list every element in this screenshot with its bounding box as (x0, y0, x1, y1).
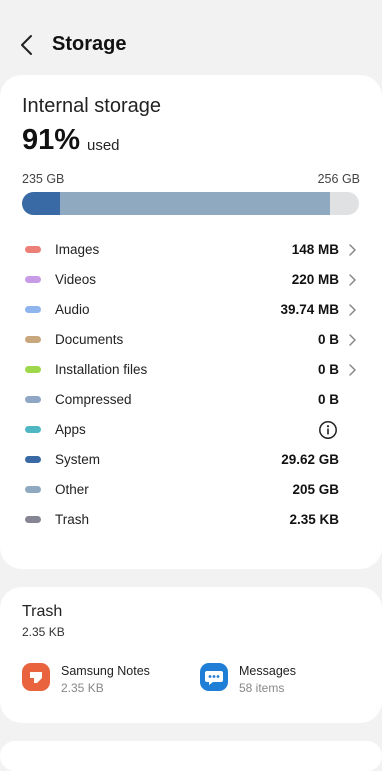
category-label: Installation files (55, 362, 148, 377)
category-label: Images (55, 242, 100, 257)
category-size: 220 MB (291, 272, 339, 287)
category-size: 148 MB (291, 242, 339, 257)
category-color-dot (25, 366, 41, 373)
category-size: 29.62 GB (281, 452, 339, 467)
storage-bar-segment-system (22, 192, 60, 215)
chevron-right-icon (348, 363, 358, 377)
total-capacity: 256 GB (317, 172, 360, 186)
category-color-dot (25, 426, 41, 433)
category-row-videos[interactable]: Videos 220 MB (0, 265, 382, 295)
category-size: 205 GB (292, 482, 339, 497)
usage-percent: 91% (22, 124, 81, 156)
category-size: 0 B (317, 332, 339, 347)
category-color-dot (25, 486, 41, 493)
app-bar: Storage (0, 0, 382, 75)
category-row-documents[interactable]: Documents 0 B (0, 325, 382, 355)
category-label: Documents (55, 332, 124, 347)
trash-size: 2.35 KB (22, 625, 65, 639)
chevron-right-icon (348, 333, 358, 347)
trash-app-samsung-notes[interactable]: Samsung Notes 2.35 KB (22, 660, 192, 700)
category-color-dot (25, 516, 41, 523)
category-label: Audio (55, 302, 90, 317)
category-row-apps[interactable]: Apps (0, 415, 382, 445)
samsung-notes-icon (22, 663, 50, 691)
category-color-dot (25, 396, 41, 403)
category-color-dot (25, 456, 41, 463)
category-label: Trash (55, 512, 90, 527)
category-color-dot (25, 306, 41, 313)
chevron-right-icon (348, 243, 358, 257)
info-icon[interactable] (318, 420, 338, 440)
back-arrow-icon (21, 35, 32, 55)
category-label: Videos (55, 272, 97, 287)
category-size: 0 B (317, 362, 339, 377)
category-size: 39.74 MB (280, 302, 339, 317)
messages-icon (200, 663, 228, 691)
internal-storage-title: Internal storage (22, 95, 161, 117)
next-card (0, 741, 382, 771)
category-row-audio[interactable]: Audio 39.74 MB (0, 295, 382, 325)
category-row-installation-files[interactable]: Installation files 0 B (0, 355, 382, 385)
used-capacity: 235 GB (22, 172, 65, 186)
category-label: Other (55, 482, 89, 497)
app-name: Samsung Notes (61, 664, 150, 678)
trash-app-messages[interactable]: Messages 58 items (200, 660, 370, 700)
category-row-compressed: Compressed 0 B (0, 385, 382, 415)
category-size: 2.35 KB (289, 512, 339, 527)
category-size: 0 B (317, 392, 339, 407)
app-detail: 58 items (239, 681, 285, 695)
category-color-dot (25, 246, 41, 253)
page-title: Storage (52, 33, 127, 55)
category-label: Compressed (55, 392, 132, 407)
category-row-system: System 29.62 GB (0, 445, 382, 475)
trash-title: Trash (22, 603, 63, 620)
storage-usage-bar (22, 192, 359, 215)
category-row-trash: Trash 2.35 KB (0, 505, 382, 535)
app-detail: 2.35 KB (61, 681, 104, 695)
back-button[interactable] (16, 32, 40, 58)
storage-bar-segment-other (60, 192, 330, 215)
category-row-other: Other 205 GB (0, 475, 382, 505)
category-label: System (55, 452, 101, 467)
category-color-dot (25, 276, 41, 283)
category-row-images[interactable]: Images 148 MB (0, 235, 382, 265)
chevron-right-icon (348, 273, 358, 287)
category-color-dot (25, 336, 41, 343)
internal-storage-card: Internal storage 91% used 235 GB 256 GB … (0, 75, 382, 569)
trash-card[interactable]: Trash 2.35 KB Samsung Notes 2.35 KB Mess… (0, 587, 382, 723)
chevron-right-icon (348, 303, 358, 317)
app-name: Messages (239, 664, 296, 678)
category-label: Apps (55, 422, 86, 437)
usage-used-label: used (87, 137, 120, 154)
